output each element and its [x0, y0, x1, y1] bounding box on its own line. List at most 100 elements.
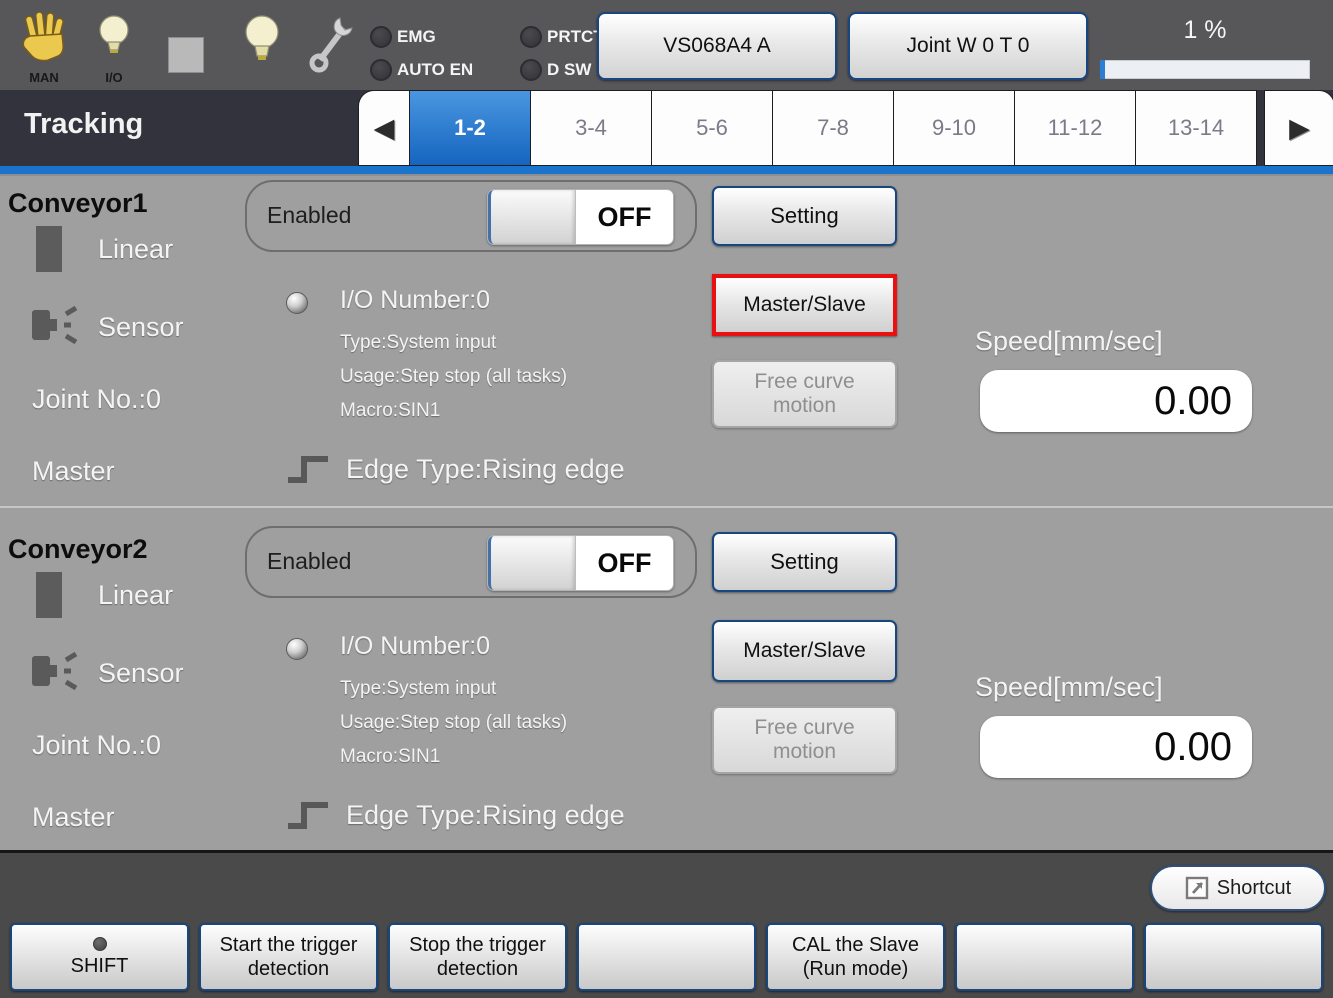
- edge-type-label: Edge Type:Rising edge: [346, 454, 625, 485]
- led-auto-en: AUTO EN: [370, 53, 520, 86]
- emg-led-label: EMG: [397, 27, 436, 47]
- speed-value-field[interactable]: 0.00: [980, 716, 1252, 778]
- sensor-icon: [30, 648, 86, 699]
- io-usage-label: Usage:Step stop (all tasks): [340, 712, 567, 734]
- tab-strip: ◀ 1-2 3-4 5-6 7-8 9-10 11-12 13-14 ▶: [358, 90, 1333, 166]
- io-lamp-button[interactable]: I/O: [94, 12, 134, 68]
- fkey-stop-trigger[interactable]: Stop the trigger detection: [388, 923, 567, 991]
- conveyor-title: Conveyor2: [8, 534, 148, 565]
- free-curve-motion-button[interactable]: Free curve motion: [712, 706, 897, 774]
- linear-conveyor-icon: [36, 572, 62, 618]
- joint-number-label: Joint No.:0: [32, 730, 161, 761]
- conveyor1-section: Conveyor1 Linear Sensor Joint No.:0 Mast…: [0, 174, 1333, 506]
- tab-11-12[interactable]: 11-12: [1015, 90, 1136, 166]
- conveyor-type-label: Linear: [98, 234, 173, 265]
- chevron-right-icon: ▶: [1289, 113, 1310, 144]
- fkey-cal-slave[interactable]: CAL the Slave (Run mode): [766, 923, 945, 991]
- hand-icon: [18, 12, 70, 68]
- fkey-empty-1[interactable]: [577, 923, 756, 991]
- section-divider: [0, 506, 1333, 508]
- io-radio-indicator[interactable]: [286, 292, 308, 314]
- master-mode-label: Master: [32, 802, 115, 833]
- speed-unit-label: Speed[mm/sec]: [975, 672, 1163, 703]
- free-curve-line1: Free curve: [754, 370, 854, 394]
- progress-fill: [1100, 60, 1105, 79]
- shift-led-icon: [93, 937, 107, 951]
- free-curve-motion-button[interactable]: Free curve motion: [712, 360, 897, 428]
- fkey-shift[interactable]: SHIFT: [10, 923, 189, 991]
- pendant-screen: MAN I/O: [0, 0, 1333, 998]
- edge-type-row[interactable]: Edge Type:Rising edge: [286, 452, 625, 486]
- toggle-knob[interactable]: [488, 190, 576, 244]
- tab-scroll-left-button[interactable]: ◀: [358, 90, 410, 166]
- conveyor-title: Conveyor1: [8, 188, 148, 219]
- master-slave-button[interactable]: Master/Slave: [712, 620, 897, 682]
- enabled-toggle[interactable]: OFF: [487, 189, 674, 245]
- sensor-icon: [30, 302, 86, 353]
- tab-9-10[interactable]: 9-10: [894, 90, 1015, 166]
- edge-type-row[interactable]: Edge Type:Rising edge: [286, 798, 625, 832]
- free-curve-line2: motion: [773, 740, 836, 764]
- page-title: Tracking: [24, 108, 143, 141]
- fkey-label-line1: Stop the trigger: [409, 933, 546, 957]
- setting-button[interactable]: Setting: [712, 186, 897, 246]
- tab-7-8[interactable]: 7-8: [773, 90, 894, 166]
- lamp-button[interactable]: [240, 12, 284, 74]
- d-sw-led-label: D SW: [547, 60, 591, 80]
- title-tab-bar: Tracking ◀ 1-2 3-4 5-6 7-8 9-10 11-12 13…: [0, 90, 1333, 166]
- auto-en-led-label: AUTO EN: [397, 60, 473, 80]
- conveyor-type-label: Linear: [98, 580, 173, 611]
- square-indicator-icon[interactable]: [168, 37, 204, 73]
- master-slave-button[interactable]: Master/Slave: [712, 274, 897, 336]
- fkey-empty-3[interactable]: [1144, 923, 1323, 991]
- toggle-knob[interactable]: [488, 536, 576, 590]
- conveyor2-section: Conveyor2 Linear Sensor Joint No.:0 Mast…: [0, 520, 1333, 852]
- io-number-label: I/O Number:0: [340, 286, 490, 315]
- io-type-label: Type:System input: [340, 332, 496, 354]
- fkey-empty-2[interactable]: [955, 923, 1134, 991]
- speed-unit-label: Speed[mm/sec]: [975, 326, 1163, 357]
- sensor-label: Sensor: [98, 658, 184, 689]
- toggle-state-label: OFF: [576, 190, 673, 244]
- master-mode-label: Master: [32, 456, 115, 487]
- prtct-led-icon: [520, 26, 542, 48]
- joint-number-label: Joint No.:0: [32, 384, 161, 415]
- toggle-state-label: OFF: [576, 536, 673, 590]
- tab-3-4[interactable]: 3-4: [531, 90, 652, 166]
- maintenance-wrench-icon[interactable]: [306, 12, 360, 76]
- auto-en-led-icon: [370, 59, 392, 81]
- fkey-start-trigger[interactable]: Start the trigger detection: [199, 923, 378, 991]
- speed-progress-bar[interactable]: [1100, 60, 1310, 79]
- io-macro-label: Macro:SIN1: [340, 400, 440, 422]
- robot-type-button[interactable]: VS068A4 A: [597, 12, 837, 80]
- led-emg: EMG: [370, 20, 520, 53]
- d-sw-led-icon: [520, 59, 542, 81]
- io-macro-label: Macro:SIN1: [340, 746, 440, 768]
- emg-led-icon: [370, 26, 392, 48]
- enabled-label: Enabled: [267, 202, 351, 229]
- io-radio-indicator[interactable]: [286, 638, 308, 660]
- tab-scroll-right-button[interactable]: ▶: [1264, 90, 1333, 166]
- enabled-groupbox: Enabled OFF: [245, 526, 697, 598]
- top-status-bar: MAN I/O: [0, 0, 1333, 90]
- speed-value-field[interactable]: 0.00: [980, 370, 1252, 432]
- prtct-led-label: PRTCT: [547, 27, 604, 47]
- io-number-label: I/O Number:0: [340, 632, 490, 661]
- lightbulb-icon: [94, 12, 134, 68]
- jog-mode-button[interactable]: Joint W 0 T 0: [848, 12, 1088, 80]
- wrench-icon: [306, 12, 360, 76]
- tab-13-14[interactable]: 13-14: [1136, 90, 1257, 166]
- tab-1-2[interactable]: 1-2: [410, 90, 531, 166]
- rising-edge-icon: [286, 452, 330, 486]
- shortcut-button[interactable]: Shortcut: [1150, 865, 1326, 911]
- enabled-toggle[interactable]: OFF: [487, 535, 674, 591]
- fkey-label: SHIFT: [71, 954, 129, 978]
- enabled-label: Enabled: [267, 548, 351, 575]
- fkey-label-line2: (Run mode): [803, 957, 909, 981]
- rising-edge-icon: [286, 798, 330, 832]
- setting-button[interactable]: Setting: [712, 532, 897, 592]
- tab-5-6[interactable]: 5-6: [652, 90, 773, 166]
- chevron-left-icon: ◀: [374, 113, 395, 144]
- io-label: I/O: [94, 70, 134, 85]
- manual-mode-hand-icon[interactable]: MAN: [18, 12, 70, 68]
